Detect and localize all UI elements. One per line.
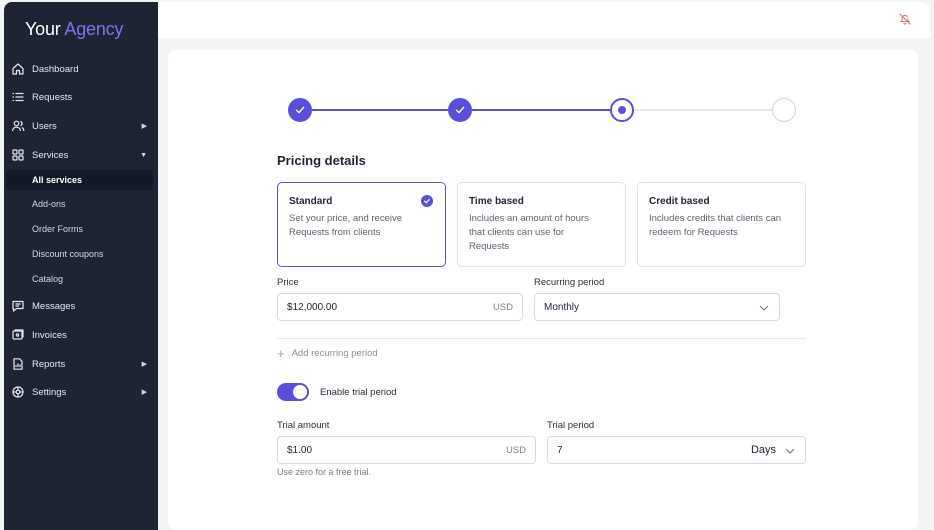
pricing-option-credit-based[interactable]: Credit based Includes credits that clien… bbox=[637, 182, 806, 267]
grid-icon bbox=[12, 149, 24, 161]
invoice-icon bbox=[12, 329, 24, 340]
option-description: Includes an amount of hours that clients… bbox=[469, 213, 589, 252]
option-title: Time based bbox=[469, 196, 524, 207]
trial-hint-text: Use zero for a free trial. bbox=[277, 467, 372, 477]
caret-right-icon: ▶ bbox=[141, 361, 147, 368]
current-step-dot bbox=[618, 106, 626, 114]
report-icon bbox=[13, 358, 23, 370]
caret-right-icon: ▶ bbox=[141, 123, 147, 130]
sidebar-item-label: Reports bbox=[32, 358, 66, 370]
plus-icon: + bbox=[277, 346, 285, 361]
sidebar-item-label: Dashboard bbox=[32, 63, 79, 75]
home-icon bbox=[12, 63, 24, 75]
sidebar-subitem-order-forms[interactable]: Order Forms bbox=[4, 219, 158, 239]
add-recurring-period-button[interactable]: + Add recurring period bbox=[277, 347, 378, 360]
progress-stepper bbox=[288, 98, 796, 122]
sidebar-item-label: Messages bbox=[32, 300, 76, 312]
top-bar bbox=[158, 2, 930, 38]
step-connector-complete bbox=[312, 109, 448, 111]
option-description: Includes credits that clients can redeem… bbox=[649, 213, 782, 238]
trial-period-input[interactable]: 7 Days bbox=[547, 436, 806, 464]
sidebar-item-label: Invoices bbox=[32, 329, 67, 341]
sidebar-subitem-label: Discount coupons bbox=[32, 249, 104, 259]
chevron-down-icon[interactable] bbox=[784, 445, 796, 457]
brand-logo[interactable]: Your Agency bbox=[25, 19, 123, 40]
trial-amount-label: Trial amount bbox=[277, 420, 330, 431]
caret-down-icon: ▼ bbox=[140, 151, 147, 159]
sidebar-subitem-catalog[interactable]: Catalog bbox=[4, 269, 158, 289]
recurring-period-label: Recurring period bbox=[534, 277, 605, 288]
sidebar-subitem-all-services[interactable]: All services bbox=[6, 170, 153, 190]
caret-right-icon: ▶ bbox=[141, 389, 147, 396]
trial-amount-value: $1.00 bbox=[287, 444, 313, 456]
step-2-complete[interactable] bbox=[448, 98, 472, 122]
sidebar: Your Agency Dashboard Requests Users ▶ S… bbox=[4, 2, 158, 530]
selected-check-icon bbox=[421, 195, 433, 207]
sidebar-item-label: Settings bbox=[32, 386, 67, 398]
trial-period-label: Trial period bbox=[547, 420, 595, 431]
message-icon bbox=[12, 300, 24, 312]
price-value: $12,000.00 bbox=[287, 301, 338, 313]
sidebar-item-messages[interactable]: Messages bbox=[4, 295, 158, 317]
recurring-period-value: Monthly bbox=[544, 301, 580, 313]
sidebar-item-label: Services bbox=[32, 149, 69, 161]
divider bbox=[277, 338, 806, 339]
list-icon bbox=[12, 92, 24, 102]
sidebar-item-services[interactable]: Services ▼ bbox=[4, 144, 158, 166]
step-1-complete[interactable] bbox=[288, 98, 312, 122]
users-icon bbox=[11, 120, 25, 132]
sidebar-item-label: Requests bbox=[32, 91, 73, 103]
bell-icon[interactable] bbox=[898, 12, 912, 26]
pricing-option-standard[interactable]: Standard Set your price, and receive Req… bbox=[277, 182, 446, 267]
trial-period-toggle[interactable] bbox=[277, 383, 309, 401]
trial-amount-currency: USD bbox=[505, 444, 526, 456]
trial-period-value: 7 bbox=[557, 444, 563, 456]
recurring-period-select[interactable]: Monthly bbox=[534, 293, 780, 321]
trial-period-unit[interactable]: Days bbox=[751, 444, 776, 456]
price-input[interactable]: $12,000.00 USD bbox=[277, 293, 523, 321]
add-recurring-period-label: Add recurring period bbox=[291, 348, 378, 359]
sidebar-item-label: Users bbox=[32, 120, 57, 132]
toggle-knob bbox=[293, 385, 307, 399]
sidebar-subitem-discount-coupons[interactable]: Discount coupons bbox=[4, 244, 158, 264]
option-title: Credit based bbox=[649, 196, 710, 207]
sidebar-subitem-label: Catalog bbox=[32, 274, 64, 284]
settings-icon bbox=[12, 386, 24, 398]
step-4-upcoming[interactable] bbox=[772, 98, 796, 122]
option-description: Set your price, and receive Requests fro… bbox=[289, 213, 403, 238]
sidebar-subitem-label: All services bbox=[32, 175, 83, 185]
sidebar-subitem-add-ons[interactable]: Add-ons bbox=[4, 194, 158, 214]
pricing-option-time-based[interactable]: Time based Includes an amount of hours t… bbox=[457, 182, 626, 267]
sidebar-item-dashboard[interactable]: Dashboard bbox=[4, 58, 158, 80]
step-connector-complete bbox=[472, 109, 610, 111]
sidebar-item-requests[interactable]: Requests bbox=[4, 86, 158, 108]
sidebar-item-reports[interactable]: Reports ▶ bbox=[4, 353, 158, 375]
step-connector-pending bbox=[634, 109, 772, 111]
chevron-down-icon bbox=[759, 305, 769, 311]
section-title: Pricing details bbox=[277, 153, 366, 168]
option-title: Standard bbox=[289, 196, 333, 207]
check-icon bbox=[455, 106, 465, 114]
trial-amount-input[interactable]: $1.00 USD bbox=[277, 436, 536, 464]
sidebar-item-invoices[interactable]: Invoices bbox=[4, 324, 158, 346]
step-3-current[interactable] bbox=[610, 98, 634, 122]
sidebar-subitem-label: Order Forms bbox=[32, 224, 84, 234]
price-label: Price bbox=[277, 277, 299, 288]
sidebar-item-users[interactable]: Users ▶ bbox=[4, 115, 158, 137]
brand-name-part1: Your bbox=[25, 19, 61, 39]
price-currency: USD bbox=[492, 301, 513, 313]
check-icon bbox=[295, 106, 305, 114]
brand-name-part2: Agency bbox=[64, 19, 124, 39]
sidebar-subitem-label: Add-ons bbox=[32, 199, 66, 209]
trial-period-toggle-label: Enable trial period bbox=[320, 387, 397, 398]
sidebar-item-settings[interactable]: Settings ▶ bbox=[4, 381, 158, 403]
